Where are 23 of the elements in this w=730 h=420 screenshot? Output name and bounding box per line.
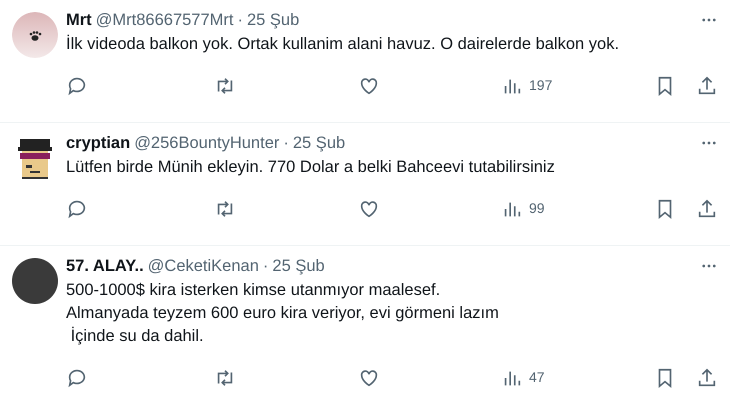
user-handle[interactable]: @256BountyHunter (134, 131, 280, 156)
post-date[interactable]: 25 Şub (292, 131, 346, 156)
share-icon[interactable] (696, 198, 718, 220)
separator-dot: · (262, 256, 268, 277)
reply-text: İlk videoda balkon yok. Ortak kullanim alani havuz. O dairelerde balkon yok. (66, 34, 620, 55)
user-handle[interactable]: @CeketiKenan (148, 254, 259, 279)
separator-dot: · (237, 10, 243, 31)
reply-text: 500-1000$ kira isterken kimse utanmıyor maalesef. Almanyada teyzem 600 euro kira veriyor, evi görmeni lazım İçinde su da dahil. (66, 280, 500, 347)
post-date[interactable]: 25 Şub (246, 8, 300, 33)
post-date[interactable]: 25 Şub (272, 254, 325, 279)
photo-placeholder (12, 258, 58, 304)
view-count: 47 (529, 368, 545, 388)
paw-avatar (12, 12, 58, 58)
user-name[interactable]: 57. ALAY.. (66, 254, 144, 279)
user-handle[interactable]: @Mrt86667577Mrt (96, 8, 234, 33)
view-count: 197 (529, 76, 552, 96)
view-count: 99 (529, 199, 545, 218)
separator-dot: · (283, 133, 289, 154)
share-icon[interactable] (696, 366, 718, 389)
share-icon[interactable] (696, 74, 718, 97)
reply-text: Lütfen birde Münih ekleyin. 770 Dolar a belki Bahceevi tutabilirsiniz (66, 156, 556, 178)
user-name[interactable]: Mrt (66, 8, 92, 33)
user-name[interactable]: cryptian (66, 131, 130, 156)
